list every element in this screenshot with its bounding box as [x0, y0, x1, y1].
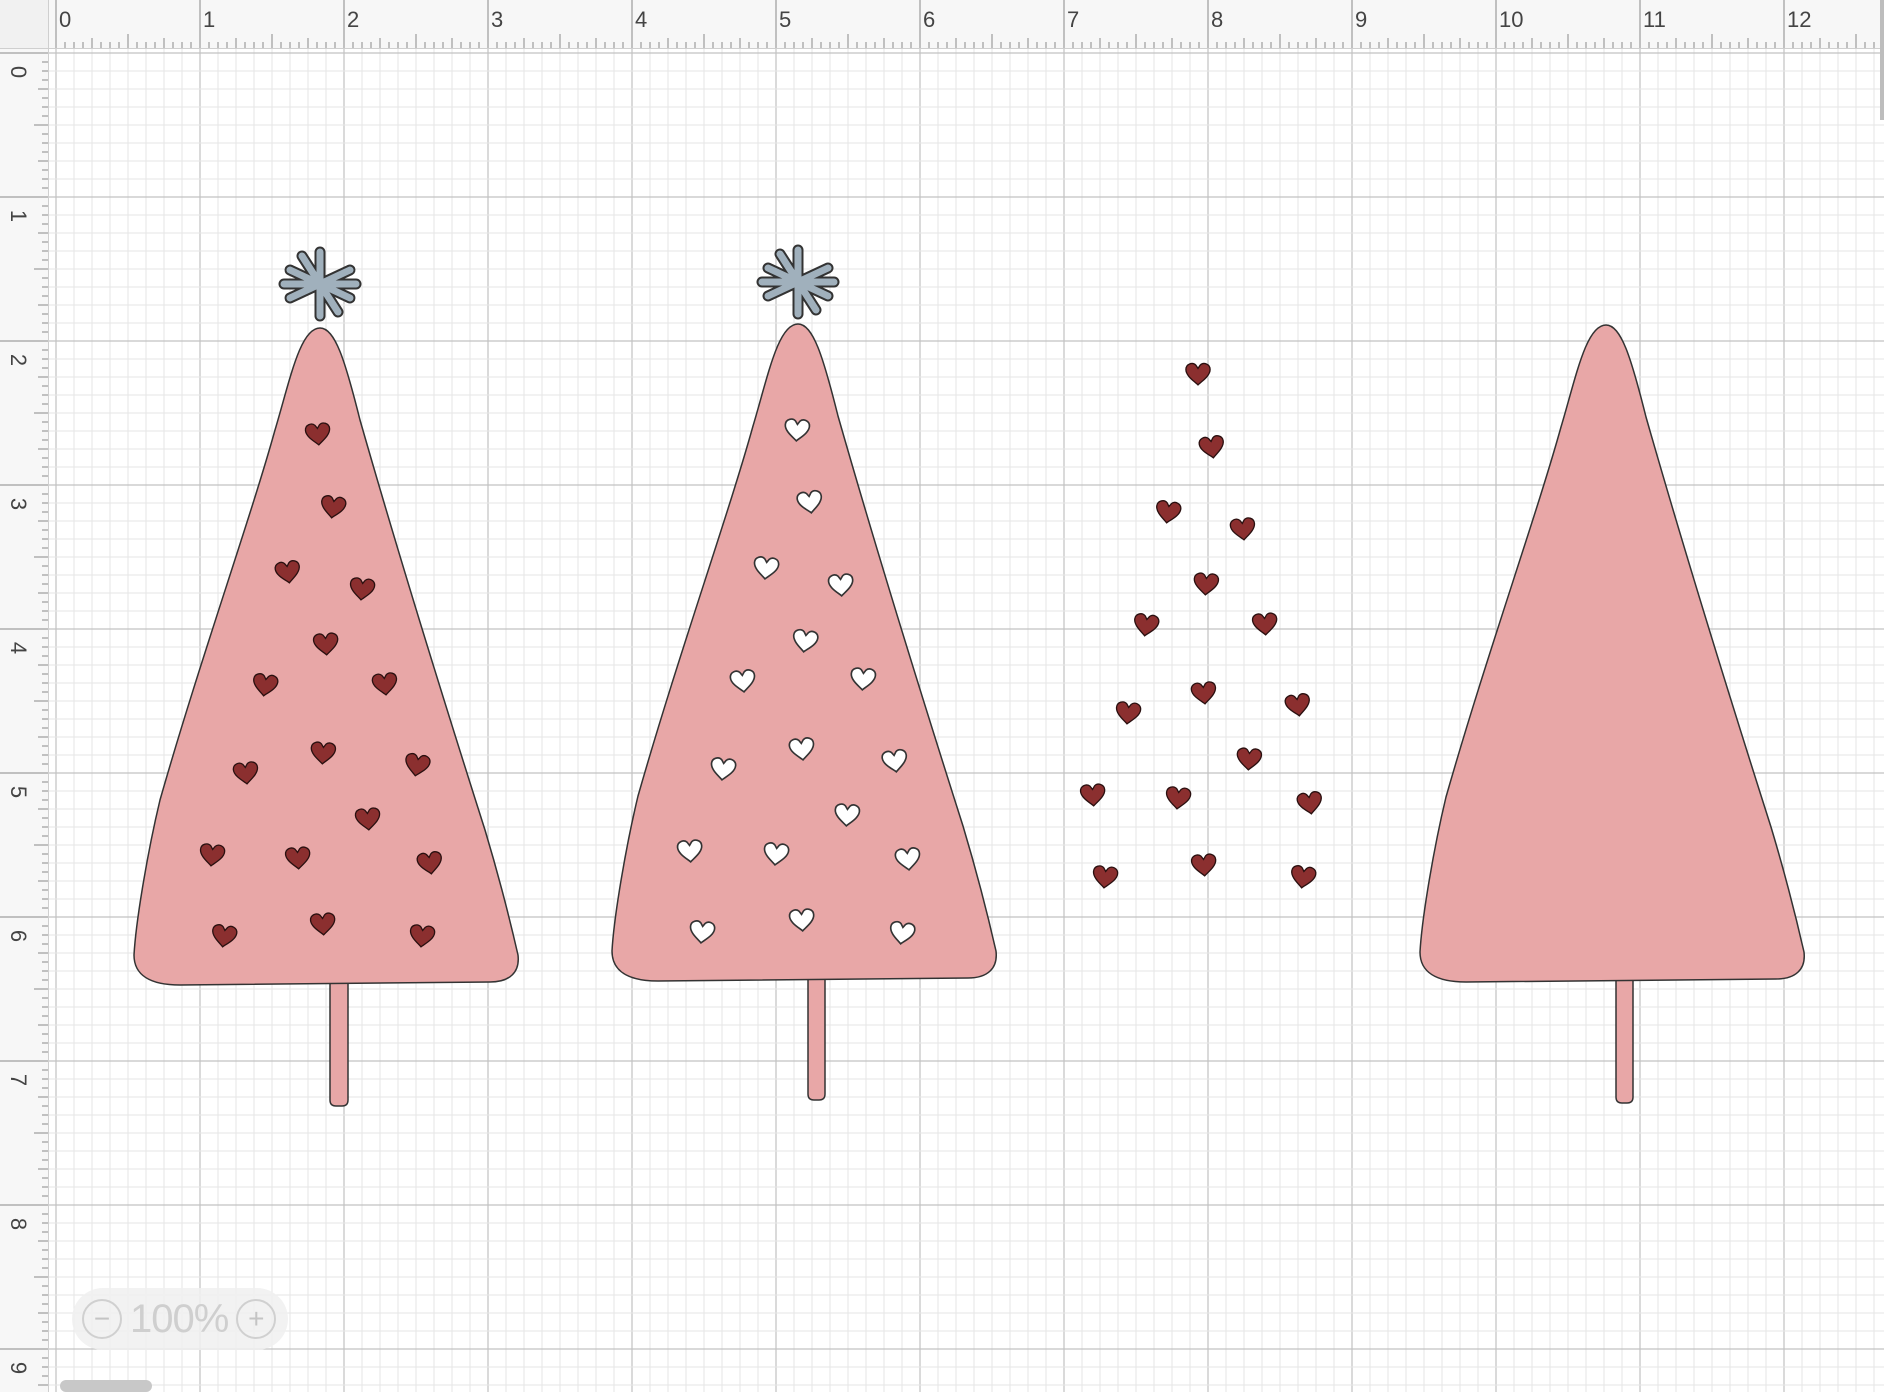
heart-icon [1153, 499, 1183, 526]
tree-1[interactable] [133, 246, 519, 1107]
ruler-left-label: 5 [6, 785, 32, 799]
tree-4-trunk [1615, 977, 1634, 1104]
tree-2[interactable] [611, 244, 997, 1101]
ruler-top-label: 5 [779, 7, 792, 32]
zoom-level: 100% [130, 1296, 229, 1341]
heart-icon [1197, 434, 1227, 461]
zoom-in-button[interactable]: + [236, 1299, 277, 1339]
heart-icon [1229, 516, 1257, 542]
heart-icon [1190, 853, 1218, 878]
ruler-left-label: 1 [6, 209, 32, 223]
zoom-out-button[interactable]: − [82, 1299, 122, 1339]
heart-cluster[interactable] [1079, 362, 1325, 891]
ruler-left-label: 7 [6, 1073, 32, 1087]
heart-icon [1079, 783, 1107, 808]
ruler-top-label: 9 [1355, 7, 1368, 32]
ruler-top-label: 3 [491, 7, 504, 32]
heart-icon [1251, 612, 1279, 637]
ruler-top: 0 1 2 3 4 5 6 7 8 9 10 11 12 [0, 0, 1884, 49]
ruler-top-label: 4 [635, 7, 648, 32]
ruler-top-label: 2 [347, 7, 360, 32]
tree-2-trunk [807, 974, 826, 1101]
ruler-top-label: 0 [59, 7, 72, 32]
ruler-left-label: 2 [6, 353, 32, 367]
heart-icon [1192, 572, 1220, 597]
ruler-top-label: 1 [203, 7, 216, 32]
heart-icon [1185, 362, 1211, 386]
heart-icon [1091, 864, 1119, 890]
ruler-left-label: 4 [6, 641, 32, 655]
heart-icon [1131, 612, 1161, 639]
ruler-left-label: 6 [6, 929, 32, 943]
ruler-left-label: 9 [6, 1361, 32, 1375]
heart-icon [1114, 700, 1142, 726]
tree-4[interactable] [1419, 324, 1805, 1104]
horizontal-scrollbar[interactable] [60, 1380, 152, 1392]
design-canvas[interactable] [0, 0, 1884, 1392]
ruler-left-label: 0 [6, 65, 32, 79]
ruler-top-label: 7 [1067, 7, 1080, 32]
ruler-top-label: 8 [1211, 7, 1224, 32]
tree-1-trunk [329, 977, 349, 1107]
artwork-layer[interactable] [0, 0, 1884, 1392]
heart-icon [1288, 864, 1318, 891]
ruler-top-label: 12 [1787, 7, 1812, 32]
scroll-edge [1880, 0, 1884, 120]
ruler-left: 0 1 2 3 4 5 6 7 8 9 [0, 0, 49, 1392]
ruler-left-label: 8 [6, 1217, 32, 1231]
tree-2-star [756, 244, 840, 320]
tree-4-body[interactable] [1419, 324, 1805, 983]
zoom-control: − 100% + [72, 1288, 288, 1350]
ruler-top-label: 6 [923, 7, 936, 32]
ruler-left-ticks [0, 52, 48, 1386]
tree-1-star [278, 246, 362, 322]
ruler-top-ticks [55, 0, 1884, 48]
heart-icon [1190, 680, 1218, 706]
heart-icon [1295, 790, 1325, 817]
ruler-top-label: 11 [1643, 7, 1666, 32]
heart-icon [1235, 747, 1263, 772]
ruler-left-label: 3 [6, 497, 32, 511]
ruler-corner [0, 0, 49, 49]
heart-icon [1164, 785, 1192, 811]
heart-icon [1283, 692, 1313, 719]
ruler-top-label: 10 [1499, 7, 1524, 32]
